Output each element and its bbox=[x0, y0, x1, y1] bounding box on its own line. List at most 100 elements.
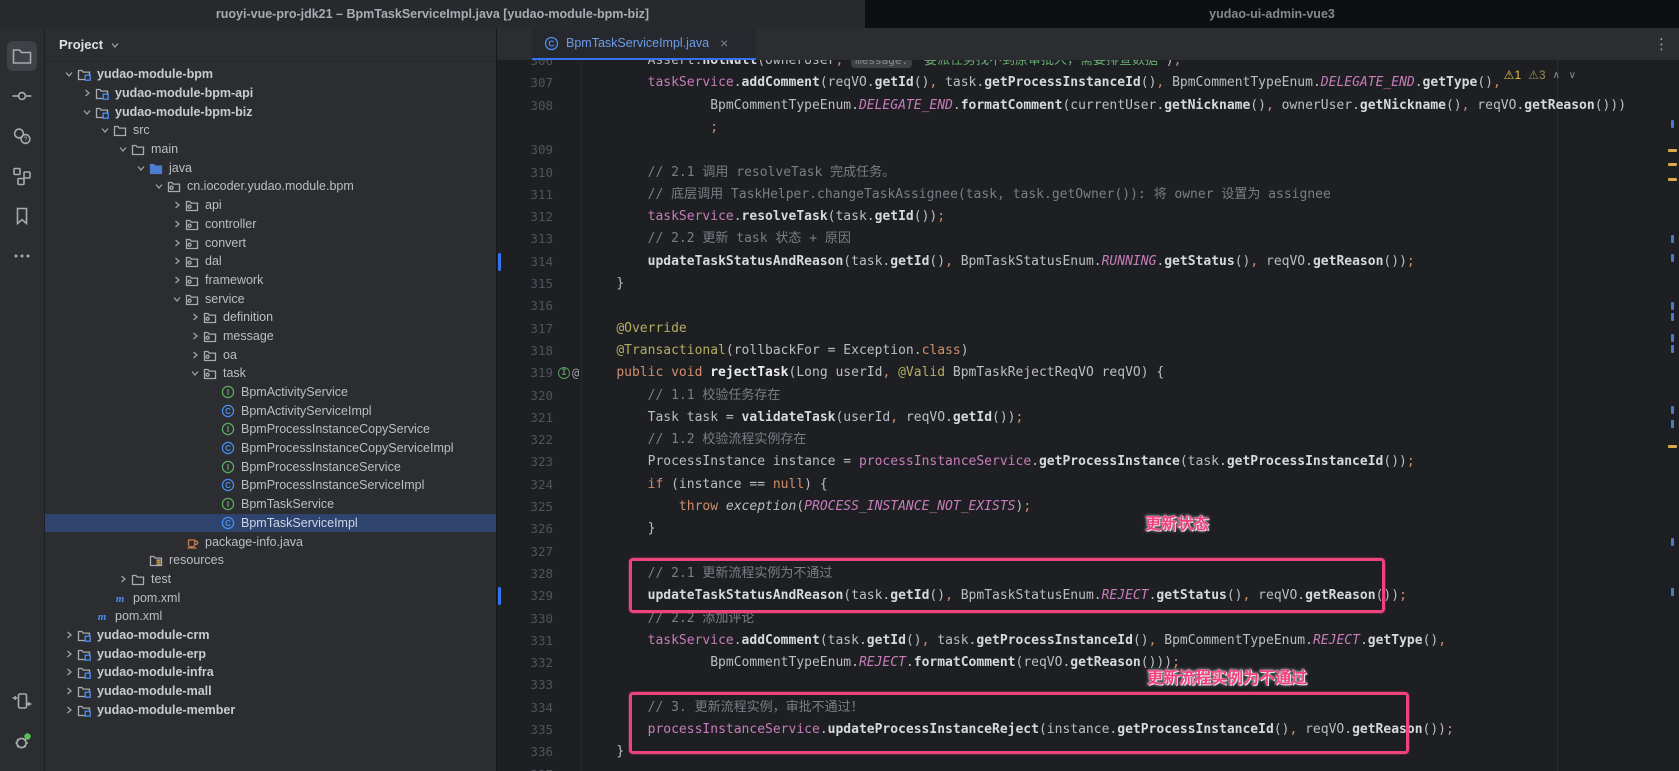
tree-item-bpmprocessinstanceserviceimpl[interactable]: CBpmProcessInstanceServiceImpl bbox=[45, 476, 496, 495]
chevron-expanded-icon[interactable] bbox=[79, 105, 94, 119]
tree-item-task[interactable]: task bbox=[45, 364, 496, 383]
chevron-collapsed-icon[interactable] bbox=[79, 86, 94, 100]
line-number[interactable]: 315 bbox=[497, 273, 553, 295]
tree-item-bpmactivityservice[interactable]: IBpmActivityService bbox=[45, 383, 496, 402]
line-number[interactable]: 324 bbox=[497, 474, 553, 496]
chevron-collapsed-icon[interactable] bbox=[61, 628, 76, 642]
tree-item-dal[interactable]: dal bbox=[45, 252, 496, 271]
chevron-collapsed-icon[interactable] bbox=[187, 348, 202, 362]
line-number[interactable]: 314 bbox=[497, 251, 553, 273]
tree-item-cn-iocoder-yudao-module-bpm[interactable]: cn.iocoder.yudao.module.bpm bbox=[45, 177, 496, 196]
line-number[interactable]: 321 bbox=[497, 407, 553, 429]
tab-bpmtaskserviceimpl[interactable]: C BpmTaskServiceImpl.java × bbox=[532, 28, 756, 60]
chevron-collapsed-icon[interactable] bbox=[169, 198, 184, 212]
services-icon[interactable] bbox=[7, 686, 37, 716]
tree-item-resources[interactable]: resources bbox=[45, 551, 496, 570]
project-folder-icon[interactable] bbox=[7, 41, 37, 71]
background-window-title[interactable]: yudao-ui-admin-vue3 bbox=[865, 0, 1679, 28]
line-number[interactable]: 320 bbox=[497, 385, 553, 407]
line-number[interactable]: 326 bbox=[497, 518, 553, 540]
line-number[interactable]: 330 bbox=[497, 608, 553, 630]
tree-item-pom-xml[interactable]: mpom.xml bbox=[45, 588, 496, 607]
chevron-expanded-icon[interactable] bbox=[187, 366, 202, 380]
chevron-collapsed-icon[interactable] bbox=[115, 572, 130, 586]
chevron-expanded-icon[interactable] bbox=[169, 292, 184, 306]
tree-item-src[interactable]: src bbox=[45, 121, 496, 140]
tree-item-message[interactable]: message bbox=[45, 327, 496, 346]
tree-item-main[interactable]: main bbox=[45, 140, 496, 159]
chevron-collapsed-icon[interactable] bbox=[187, 329, 202, 343]
tree-item-yudao-module-erp[interactable]: yudao-module-erp bbox=[45, 644, 496, 663]
tree-item-yudao-module-bpm[interactable]: yudao-module-bpm bbox=[45, 65, 496, 84]
tree-item-bpmtaskserviceimpl[interactable]: CBpmTaskServiceImpl bbox=[45, 514, 496, 533]
commit-icon[interactable] bbox=[7, 81, 37, 111]
line-number[interactable]: 319 bbox=[497, 362, 553, 384]
tree-item-yudao-module-crm[interactable]: yudao-module-crm bbox=[45, 626, 496, 645]
tree-item-yudao-module-bpm-api[interactable]: yudao-module-bpm-api bbox=[45, 84, 496, 103]
tree-item-framework[interactable]: framework bbox=[45, 271, 496, 290]
tree-item-bpmtaskservice[interactable]: IBpmTaskService bbox=[45, 495, 496, 514]
tree-item-yudao-module-bpm-biz[interactable]: yudao-module-bpm-biz bbox=[45, 102, 496, 121]
line-number[interactable]: 318 bbox=[497, 340, 553, 362]
line-number[interactable]: 333 bbox=[497, 674, 553, 696]
line-number[interactable]: 331 bbox=[497, 630, 553, 652]
line-number[interactable]: 334 bbox=[497, 697, 553, 719]
tree-item-definition[interactable]: definition bbox=[45, 308, 496, 327]
tree-item-yudao-module-mall[interactable]: yudao-module-mall bbox=[45, 682, 496, 701]
tree-item-test[interactable]: test bbox=[45, 570, 496, 589]
chevron-expanded-icon[interactable] bbox=[61, 67, 76, 81]
tree-item-pom-xml[interactable]: mpom.xml bbox=[45, 607, 496, 626]
line-number[interactable]: 316 bbox=[497, 295, 553, 317]
tree-item-convert[interactable]: convert bbox=[45, 233, 496, 252]
tree-item-bpmprocessinstancecopyserviceimpl[interactable]: CBpmProcessInstanceCopyServiceImpl bbox=[45, 439, 496, 458]
line-number[interactable]: 327 bbox=[497, 541, 553, 563]
tab-options-icon[interactable]: ⋮ bbox=[1654, 35, 1669, 53]
chevron-collapsed-icon[interactable] bbox=[61, 703, 76, 717]
line-number[interactable]: 313 bbox=[497, 228, 553, 250]
line-number[interactable]: 323 bbox=[497, 451, 553, 473]
overrides-icon[interactable]: I bbox=[558, 367, 570, 379]
editor-scrollbar[interactable] bbox=[1665, 60, 1679, 771]
tree-item-oa[interactable]: oa bbox=[45, 345, 496, 364]
tree-item-bpmprocessinstanceservice[interactable]: IBpmProcessInstanceService bbox=[45, 457, 496, 476]
inspection-nav-icons[interactable]: ∧ ∨ bbox=[1553, 70, 1579, 81]
line-number[interactable]: 337 bbox=[497, 764, 553, 771]
chevron-expanded-icon[interactable] bbox=[115, 142, 130, 156]
tree-item-service[interactable]: service bbox=[45, 289, 496, 308]
more-tools-icon[interactable] bbox=[7, 241, 37, 271]
line-number[interactable]: 329 bbox=[497, 585, 553, 607]
line-number[interactable]: 312 bbox=[497, 206, 553, 228]
tree-item-yudao-module-infra[interactable]: yudao-module-infra bbox=[45, 663, 496, 682]
gutter-icons[interactable]: I@ bbox=[558, 362, 579, 384]
chevron-collapsed-icon[interactable] bbox=[169, 217, 184, 231]
tree-item-api[interactable]: api bbox=[45, 196, 496, 215]
line-number[interactable]: 317 bbox=[497, 318, 553, 340]
line-number[interactable]: 322 bbox=[497, 429, 553, 451]
line-number[interactable]: 307 bbox=[497, 72, 553, 94]
chevron-collapsed-icon[interactable] bbox=[169, 254, 184, 268]
chevron-expanded-icon[interactable] bbox=[133, 161, 148, 175]
chevron-collapsed-icon[interactable] bbox=[61, 684, 76, 698]
pull-requests-icon[interactable]: ? bbox=[7, 121, 37, 151]
line-number[interactable]: 335 bbox=[497, 719, 553, 741]
tree-item-java[interactable]: java bbox=[45, 158, 496, 177]
line-number[interactable]: 311 bbox=[497, 184, 553, 206]
debug-icon[interactable] bbox=[7, 726, 37, 756]
line-number[interactable]: 328 bbox=[497, 563, 553, 585]
line-number[interactable]: 309 bbox=[497, 139, 553, 161]
tree-item-bpmactivityserviceimpl[interactable]: CBpmActivityServiceImpl bbox=[45, 401, 496, 420]
chevron-collapsed-icon[interactable] bbox=[61, 665, 76, 679]
chevron-collapsed-icon[interactable] bbox=[169, 273, 184, 287]
line-number[interactable]: 310 bbox=[497, 162, 553, 184]
line-number[interactable]: 325 bbox=[497, 496, 553, 518]
tree-item-controller[interactable]: controller bbox=[45, 215, 496, 234]
structure-icon[interactable] bbox=[7, 161, 37, 191]
line-number[interactable]: 336 bbox=[497, 741, 553, 763]
tree-item-yudao-module-member[interactable]: yudao-module-member bbox=[45, 700, 496, 719]
tree-item-bpmprocessinstancecopyservice[interactable]: IBpmProcessInstanceCopyService bbox=[45, 420, 496, 439]
chevron-collapsed-icon[interactable] bbox=[187, 310, 202, 324]
project-panel-header[interactable]: Project bbox=[45, 28, 496, 62]
chevron-expanded-icon[interactable] bbox=[97, 123, 112, 137]
bookmarks-icon[interactable] bbox=[7, 201, 37, 231]
chevron-expanded-icon[interactable] bbox=[151, 179, 166, 193]
